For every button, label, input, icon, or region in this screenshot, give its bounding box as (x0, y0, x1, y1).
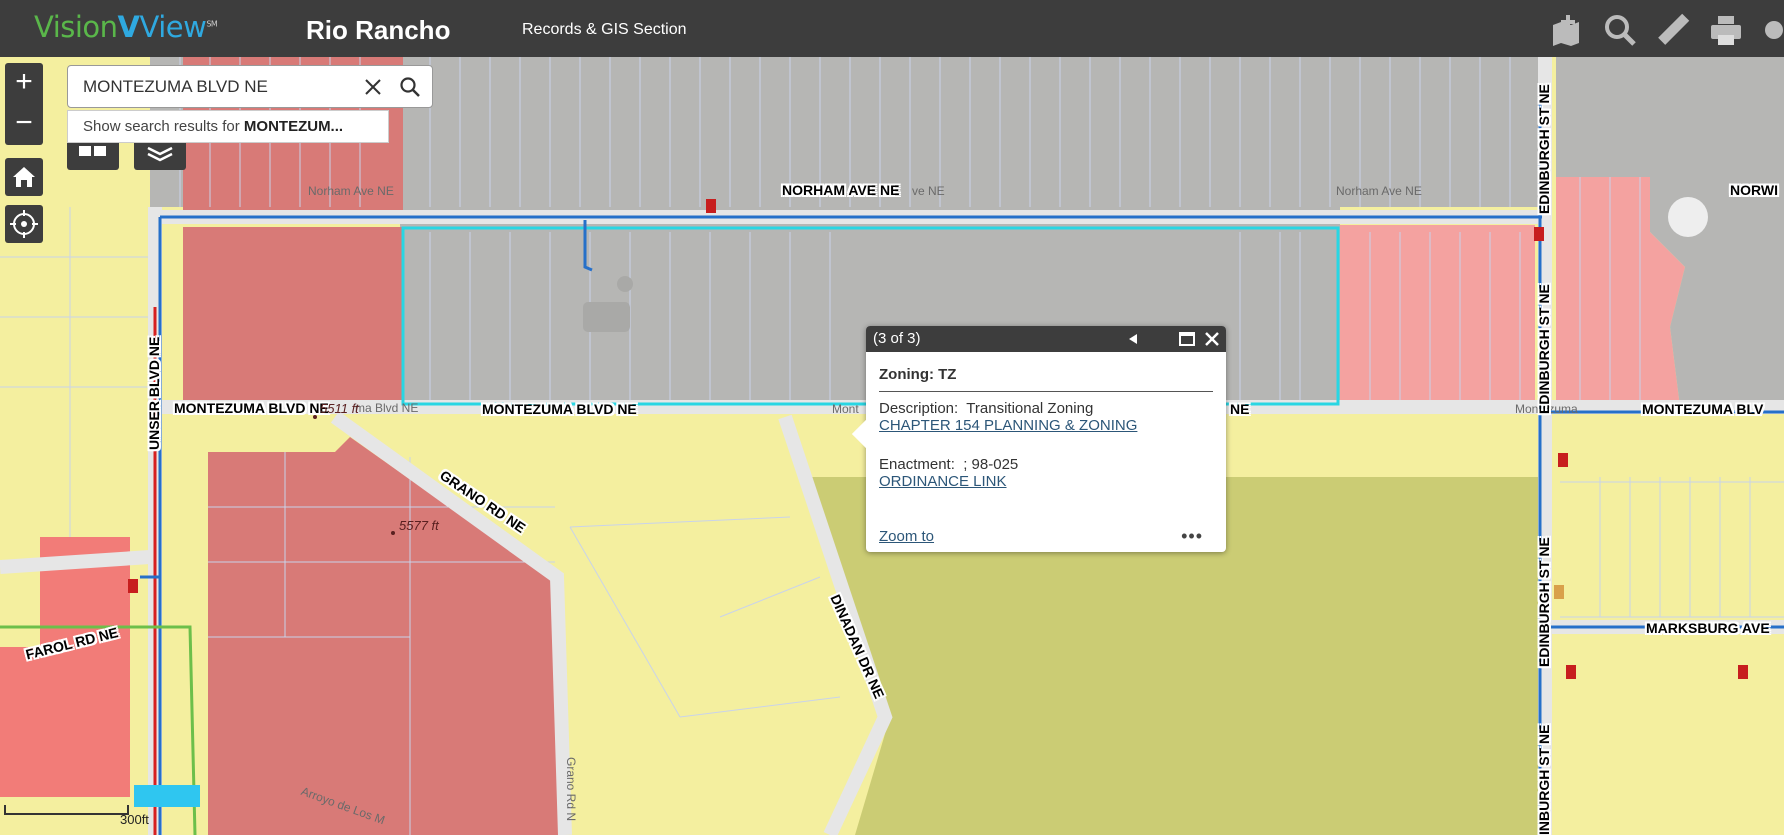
section-title: Records & GIS Section (522, 21, 687, 38)
scale-bar (4, 805, 129, 815)
share-icon[interactable] (1762, 13, 1784, 47)
elevation-label: 5511 ft (320, 401, 359, 416)
close-icon[interactable] (1203, 330, 1221, 348)
feature-popup: (3 of 3) Zoning: TZ Description: Transit… (851, 326, 1226, 552)
road-label-montezuma-4: MONTEZUMA BLV (1642, 401, 1764, 417)
popup-title: Zoning: TZ (879, 366, 1213, 392)
road-label-marksburg: MARKSBURG AVE (1646, 620, 1770, 636)
popup-counter: (3 of 3) (873, 330, 921, 347)
description-row: Description: Transitional Zoning (879, 400, 1094, 417)
road-label-montezuma-gray-2: Mont (832, 402, 859, 416)
chapter-154-link[interactable]: CHAPTER 154 PLANNING & ZONING (879, 417, 1213, 434)
road-label-norham-gray-3: Norham Ave NE (1336, 184, 1422, 198)
elevation-label-2: 5577 ft (399, 518, 439, 533)
search-suggestion[interactable]: Show search results for MONTEZUM... (67, 110, 389, 143)
zoom-controls: + − (5, 63, 43, 145)
road-label-edinburgh-3: EDINBURGH ST NE (1536, 537, 1552, 667)
enactment-row: Enactment: ; 98-025 (879, 456, 1019, 473)
search-tool-icon[interactable] (1603, 13, 1637, 47)
top-bar: VisionVViewSM Rio Rancho Records & GIS S… (0, 0, 1784, 57)
popup-header: (3 of 3) (866, 326, 1226, 352)
scale-label: 300ft (120, 812, 149, 827)
road-label-norham-gray-2: ve NE (912, 184, 945, 198)
road-label-montezuma-2: MONTEZUMA BLVD NE (482, 401, 637, 417)
locate-button[interactable] (5, 205, 43, 243)
home-icon (13, 167, 35, 187)
search-icon[interactable] (398, 75, 422, 99)
search-box (67, 65, 433, 108)
road-label-norwi: NORWI (1730, 182, 1778, 198)
road-label-edinburgh-4: INBURGH ST NE (1536, 724, 1552, 835)
road-label-unser: UNSER BLVD NE (146, 336, 162, 450)
add-data-icon[interactable] (1549, 13, 1583, 47)
maximize-icon[interactable] (1178, 330, 1196, 348)
road-label-grano-gray: Grano Rd N (564, 757, 578, 822)
road-label-montezuma-gray: ma Blvd NE (355, 401, 419, 415)
zoom-out-button[interactable]: − (5, 104, 43, 145)
road-label-norham-gray: Norham Ave NE (308, 184, 394, 198)
previous-feature-icon[interactable] (1124, 330, 1142, 348)
zoom-in-button[interactable]: + (5, 63, 43, 104)
road-label-norham: NORHAM AVE NE (782, 182, 900, 198)
vision-view-logo: VisionVViewSM (34, 10, 218, 44)
home-button[interactable] (5, 158, 43, 196)
search-input[interactable] (83, 75, 343, 99)
more-options-icon[interactable]: ••• (1181, 526, 1203, 547)
zoom-to-link[interactable]: Zoom to (879, 528, 934, 545)
popup-body: Zoning: TZ Description: Transitional Zon… (879, 366, 1213, 490)
city-title: Rio Rancho (306, 15, 451, 45)
locate-icon (10, 210, 38, 238)
popup-footer: Zoom to ••• (879, 526, 1213, 547)
measure-icon[interactable] (1656, 13, 1690, 47)
road-label-edinburgh-2: EDINBURGH ST NE (1536, 284, 1552, 414)
road-label-montezuma-3: NE (1230, 401, 1250, 417)
ordinance-link[interactable]: ORDINANCE LINK (879, 473, 1213, 490)
print-icon[interactable] (1709, 13, 1743, 47)
road-label-montezuma-1: MONTEZUMA BLVD NE (174, 400, 329, 416)
road-label-edinburgh-1: EDINBURGH ST NE (1536, 84, 1552, 214)
clear-search-icon[interactable] (361, 75, 385, 99)
